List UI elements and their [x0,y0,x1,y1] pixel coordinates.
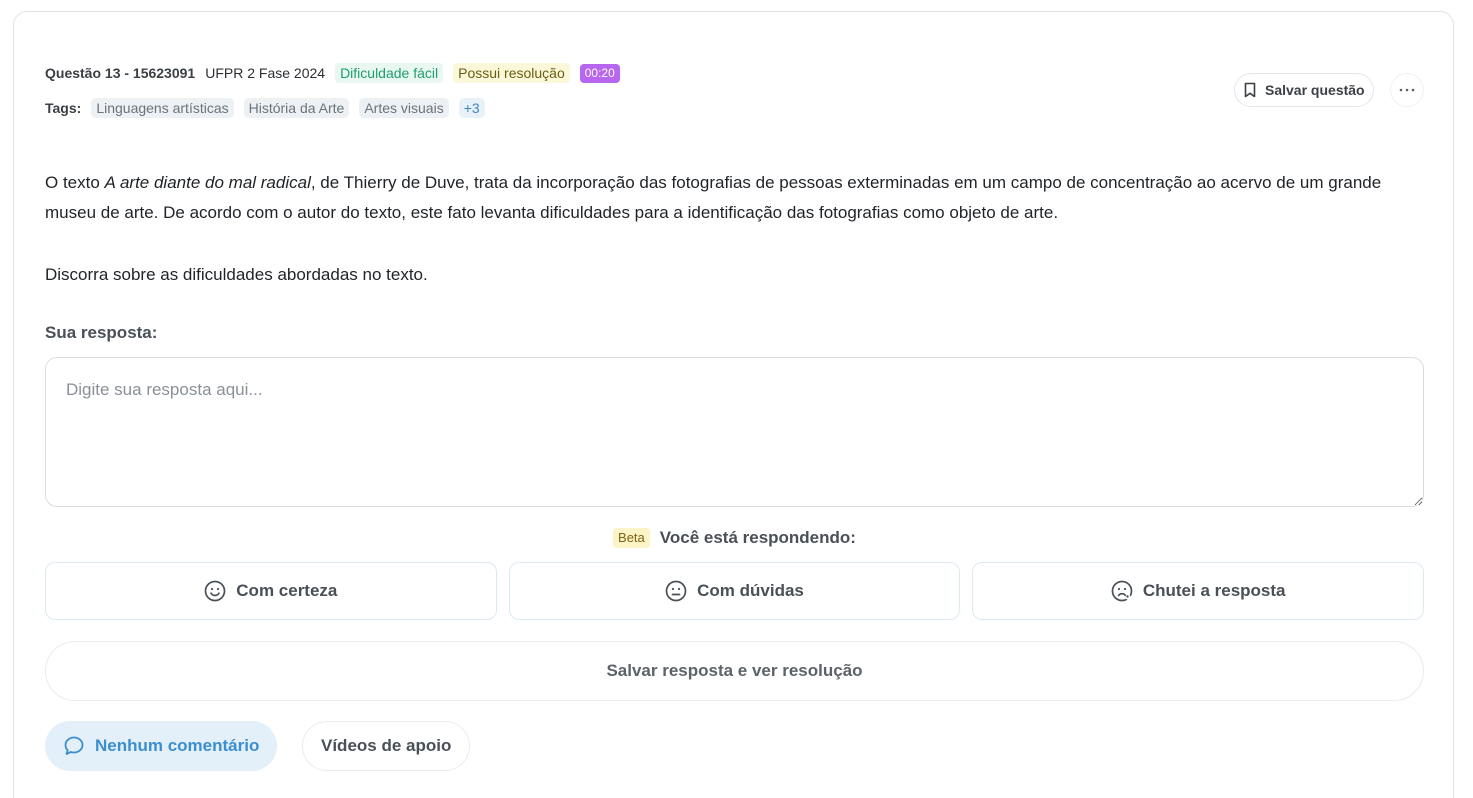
confidence-options: Com certeza Com dúvidas Chutei a respost… [45,562,1425,620]
beta-badge: Beta [613,528,650,548]
more-options-button[interactable] [1390,73,1424,107]
comment-bubble-icon [63,735,85,757]
save-question-label: Salvar questão [1265,82,1365,98]
question-meta: Questão 13 - 15623091 UFPR 2 Fase 2024 D… [45,63,620,83]
confidence-prompt-text: Você está respondendo: [659,528,856,547]
ellipsis-icon [1399,88,1415,92]
resolution-badge: Possui resolução [453,63,570,83]
confidence-option-label: Chutei a resposta [1142,581,1286,600]
answer-label: Sua resposta: [45,323,158,342]
statement-paragraph: O texto A arte diante do mal radical, de… [45,168,1430,228]
confidence-guess-button[interactable]: Chutei a resposta [972,562,1425,620]
confidence-certain-button[interactable]: Com certeza [45,562,497,620]
tags-more-button[interactable]: +3 [458,98,485,118]
difficulty-badge: Dificuldade fácil [335,63,444,83]
question-id: Questão 13 - 15623091 [45,65,196,81]
save-question-button[interactable]: Salvar questão [1234,73,1374,107]
tags-label: Tags: [45,100,82,116]
comments-label: Nenhum comentário [95,736,260,755]
unsure-face-icon [1111,580,1133,602]
question-source: UFPR 2 Fase 2024 [205,65,326,81]
confidence-doubt-button[interactable]: Com dúvidas [508,562,961,620]
smile-icon [204,580,226,602]
question-card: Questão 13 - 15623091 UFPR 2 Fase 2024 D… [13,11,1454,798]
timer-badge: 00:20 [579,63,620,83]
statement-title-italic: A arte diante do mal radical [104,173,311,192]
comments-button[interactable]: Nenhum comentário [45,721,278,771]
neutral-face-icon [665,580,687,602]
statement-text: O texto [45,173,105,192]
tag-item[interactable]: Artes visuais [359,98,449,118]
support-videos-label: Vídeos de apoio [321,736,452,755]
tags-row: Tags: Linguagens artísticas História da … [45,98,485,118]
confidence-option-label: Com certeza [236,581,338,600]
tag-item[interactable]: História da Arte [243,98,350,118]
question-statement: O texto A arte diante do mal radical, de… [45,168,1430,290]
confidence-prompt: Beta Você está respondendo: [14,528,1455,548]
confidence-option-label: Com dúvidas [697,581,804,600]
answer-textarea[interactable] [45,357,1424,507]
bookmark-icon [1243,82,1257,98]
statement-command: Discorra sobre as dificuldades abordadas… [45,265,428,284]
save-answer-button[interactable]: Salvar resposta e ver resolução [45,641,1424,701]
support-videos-button[interactable]: Vídeos de apoio [302,721,471,771]
tag-item[interactable]: Linguagens artísticas [91,98,234,118]
